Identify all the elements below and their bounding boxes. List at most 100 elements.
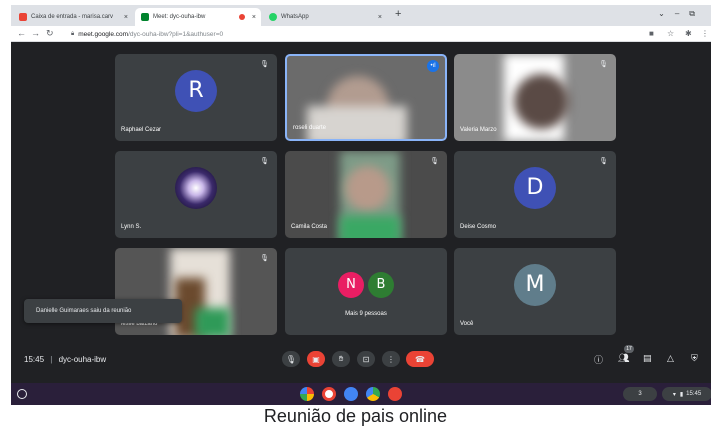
- participant-name: Valeria Marzo: [460, 127, 497, 133]
- participant-tile[interactable]: •ıl roseli duarte: [285, 54, 447, 141]
- participant-tile[interactable]: N B Mais 9 pessoas: [285, 248, 447, 335]
- star-icon[interactable]: ☆: [667, 29, 674, 38]
- gmail-icon: [19, 13, 27, 21]
- host-controls-icon[interactable]: ⛨: [691, 353, 698, 364]
- docs-icon[interactable]: [344, 387, 358, 401]
- blurred-video: [345, 166, 390, 211]
- raise-hand-button[interactable]: ✋︎: [332, 351, 350, 367]
- wifi-icon: ▾: [672, 391, 676, 398]
- blurred-video: [514, 74, 569, 129]
- more-people-label: Mais 9 pessoas: [345, 311, 387, 317]
- launcher-icon[interactable]: [17, 389, 27, 399]
- meeting-info: 15:45 | dyc-ouha-ibw: [24, 355, 106, 364]
- leave-call-button[interactable]: ☎︎: [406, 351, 434, 367]
- mic-off-icon: 🎙︎: [430, 158, 439, 165]
- mic-button[interactable]: 🎙︎: [282, 351, 300, 367]
- mic-off-icon: 🎙︎: [260, 255, 269, 262]
- participant-tile[interactable]: 🎙︎ Lynn S.: [115, 151, 277, 238]
- browser-tab-strip: Caixa de entrada - marisa.carv × Meet: d…: [11, 5, 711, 26]
- blurred-video: [195, 308, 230, 335]
- battery-icon: ▮: [679, 391, 684, 398]
- whatsapp-icon: [269, 13, 277, 21]
- info-icon[interactable]: ⓘ: [594, 353, 603, 366]
- avatar: D: [514, 166, 556, 209]
- participant-name: Raphael Cezar: [121, 127, 162, 133]
- tab-title: Meet: dyc-ouha-ibw: [153, 14, 206, 20]
- chat-icon[interactable]: ▤: [643, 353, 652, 364]
- camera-off-icon: ▣: [312, 354, 320, 364]
- address-bar[interactable]: 🔒︎ meet.google.com/dyc-ouha-ibw?pli=1&au…: [71, 28, 631, 40]
- status-tray[interactable]: ▾ ▮ 15:45: [662, 387, 711, 401]
- reload-icon[interactable]: ↻: [46, 28, 54, 39]
- url-path: /dyc-ouha-ibw?pli=1&authuser=0: [128, 30, 224, 38]
- speaking-indicator-icon: •ıl: [427, 60, 439, 72]
- browser-toolbar: ← → ↻ 🔒︎ meet.google.com/dyc-ouha-ibw?pl…: [11, 26, 711, 42]
- notification-tray[interactable]: 3: [623, 387, 657, 401]
- avatar: M: [514, 263, 556, 306]
- mic-off-icon: 🎙︎: [260, 158, 269, 165]
- participant-name: Você: [460, 321, 474, 327]
- blurred-video: [307, 106, 407, 139]
- camera-icon[interactable]: ■: [649, 29, 654, 38]
- window-controls[interactable]: ⌄–⧉: [658, 9, 705, 19]
- chrome-icon[interactable]: [300, 387, 314, 401]
- url-domain: meet.google.com: [78, 30, 129, 38]
- present-button[interactable]: ⊡: [357, 351, 375, 367]
- participant-name: roseli duarte: [293, 125, 327, 131]
- hand-icon: ✋︎: [338, 354, 344, 363]
- hang-up-icon: ☎︎: [415, 354, 425, 364]
- meet-icon: [141, 13, 149, 21]
- youtube-icon[interactable]: [388, 387, 402, 401]
- more-vert-icon: ⋮: [387, 354, 395, 364]
- lock-icon: 🔒︎: [71, 30, 75, 37]
- blurred-video: [340, 216, 400, 238]
- tab-title: WhatsApp: [281, 14, 309, 20]
- people-icon[interactable]: 👥︎: [618, 353, 629, 364]
- tray-count: 3: [638, 391, 642, 397]
- participant-tile[interactable]: R 🎙︎ Raphael Cezar: [115, 54, 277, 141]
- avatar: N: [338, 271, 364, 298]
- mic-off-icon: 🎙︎: [599, 61, 608, 68]
- avatar: [175, 166, 217, 209]
- mic-off-icon: 🎙︎: [599, 158, 608, 165]
- camera-off-button[interactable]: ▣: [307, 351, 325, 367]
- participant-tile[interactable]: D 🎙︎ Deise Cosmo: [454, 151, 616, 238]
- participant-count-badge: 17: [624, 345, 634, 353]
- play-store-icon[interactable]: [366, 387, 380, 401]
- close-tab-icon[interactable]: ×: [378, 14, 382, 21]
- tab-title: Caixa de entrada - marisa.carv: [31, 14, 114, 20]
- avatar: R: [175, 69, 217, 112]
- tab-gmail[interactable]: Caixa de entrada - marisa.carv ×: [13, 8, 133, 26]
- forward-arrow-icon[interactable]: →: [31, 28, 40, 38]
- meeting-time: 15:45: [24, 355, 45, 364]
- menu-icon[interactable]: ⋮: [701, 29, 709, 38]
- participant-tile[interactable]: 🎙︎ Valeria Marzo: [454, 54, 616, 141]
- meeting-code: dyc-ouha-ibw: [58, 355, 107, 364]
- close-tab-icon[interactable]: ×: [252, 14, 256, 21]
- screen: Caixa de entrada - marisa.carv × Meet: d…: [11, 5, 711, 405]
- mic-icon: 🎙︎: [285, 354, 297, 364]
- participant-name: Lynn S.: [121, 224, 142, 230]
- participant-name: Deise Cosmo: [460, 224, 497, 230]
- image-caption: Reunião de pais online: [263, 406, 448, 426]
- separator: |: [50, 355, 53, 364]
- participant-name: Camila Costa: [291, 224, 328, 230]
- new-tab-button[interactable]: +: [395, 8, 401, 20]
- participant-tile[interactable]: M Você: [454, 248, 616, 335]
- notification-toast: Danielle Guimaraes saiu da reunião: [24, 299, 182, 323]
- extensions-icon[interactable]: ✱: [685, 29, 692, 38]
- gmail-icon[interactable]: [322, 387, 336, 401]
- close-tab-icon[interactable]: ×: [124, 14, 128, 21]
- back-arrow-icon[interactable]: ←: [17, 28, 26, 38]
- recording-dot-icon: [239, 14, 245, 20]
- participant-tile[interactable]: 🎙︎ Camila Costa: [285, 151, 447, 238]
- mic-off-icon: 🎙︎: [260, 61, 269, 68]
- present-icon: ⊡: [362, 354, 370, 364]
- activities-icon[interactable]: △: [667, 353, 674, 364]
- clock: 15:45: [686, 391, 702, 397]
- tab-meet[interactable]: Meet: dyc-ouha-ibw ×: [135, 8, 261, 26]
- tab-whatsapp[interactable]: WhatsApp ×: [263, 8, 387, 26]
- avatar: B: [368, 271, 394, 298]
- more-options-button[interactable]: ⋮: [382, 351, 400, 367]
- os-shelf: 3 ▾ ▮ 15:45: [11, 383, 711, 405]
